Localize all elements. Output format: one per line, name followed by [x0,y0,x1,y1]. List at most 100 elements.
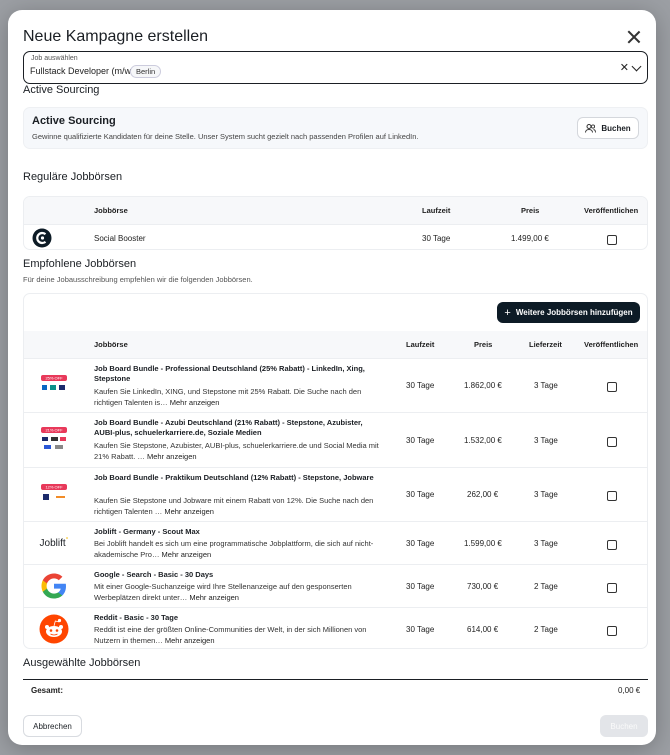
bundle-azubi-logo: 21% OFF [39,425,69,455]
book-button-label: Buchen [601,123,631,133]
board-delivery: 3 Tage [534,381,558,390]
board-description: Bei Joblift handelt es sich um eine prog… [94,539,374,559]
board-name: Job Board Bundle - Professional Deutschl… [94,364,365,383]
board-description: Kaufen Sie Stepstone und Jobware mit ein… [94,496,374,516]
recommended-boards-table: + Weitere Jobbörsen hinzufügen Jobbörse … [23,293,648,649]
board-name: Reddit - Basic - 30 Tage [94,613,179,622]
table-row: Social Booster 30 Tage 1.499,00 € [24,224,647,249]
bundle-professional-logo: 25% OFF [39,371,69,401]
add-job-boards-label: Weitere Jobbörsen hinzufügen [515,308,633,317]
board-delivery: 2 Tage [534,625,558,634]
submit-button[interactable]: Buchen [600,715,648,737]
bundle-praktikum-logo: 12% OFF [39,480,69,510]
col-duration: Laufzeit [406,340,435,349]
board-description: Kaufen Sie Stepstone, Azubister, AUBI-pl… [94,441,379,461]
board-price: 1.862,00 € [464,381,502,390]
board-duration: 30 Tage [406,490,435,499]
board-price: 730,00 € [467,582,499,591]
publish-checkbox[interactable] [607,583,617,593]
total-label: Gesamt: [31,686,64,695]
board-name: Social Booster [94,234,146,243]
col-delivery: Lieferzeit [529,340,562,349]
col-price: Preis [474,340,493,349]
publish-checkbox[interactable] [607,437,617,447]
table-row: 12% OFF Job Board Bundle - Praktikum Deu… [24,467,647,521]
board-duration: 30 Tage [406,625,435,634]
plus-icon: + [504,306,511,319]
reddit-logo [39,614,69,644]
board-duration: 30 Tage [406,436,435,445]
board-price: 614,00 € [467,625,499,634]
board-duration: 30 Tage [406,582,435,591]
job-select[interactable]: Job auswählen Fullstack Developer (m/w/d… [23,51,648,84]
bundle-badge: 12% OFF [45,485,63,490]
chevron-down-icon[interactable] [631,61,642,72]
col-published: Veröffentlichen [584,206,639,215]
col-duration: Laufzeit [422,206,451,215]
show-more-link[interactable]: Mehr anzeigen [164,507,214,516]
board-duration: 30 Tage [422,234,451,243]
publish-checkbox[interactable] [607,382,617,392]
table-row: Reddit - Basic - 30 Tage Reddit ist eine… [24,607,647,648]
cancel-button[interactable]: Abbrechen [23,715,82,737]
recommended-subtitle: Für deine Jobausschreibung empfehlen wir… [23,275,253,284]
board-delivery: 3 Tage [534,490,558,499]
active-sourcing-description: Gewinne qualifizierte Kandidaten für dei… [32,132,419,141]
bundle-badge: 21% OFF [45,428,63,433]
total-value: 0,00 € [618,686,641,695]
board-delivery: 3 Tage [534,539,558,548]
table-header: Jobbörse Laufzeit Preis Lieferzeit Veröf… [24,331,647,358]
close-icon[interactable] [625,28,643,46]
publish-checkbox[interactable] [607,491,617,501]
clear-icon[interactable]: ✕ [620,61,629,74]
board-duration: 30 Tage [406,381,435,390]
table-row: Joblift ° Joblift - Germany - Scout Max B… [24,521,647,564]
board-description: Kaufen Sie LinkedIn, XING, und Stepstone… [94,387,362,407]
google-logo [41,573,66,599]
show-more-link[interactable]: Mehr anzeigen [162,550,212,559]
divider [23,679,648,680]
create-campaign-modal: Neue Kampagne erstellen Job auswählen Fu… [8,10,656,745]
publish-checkbox[interactable] [607,626,617,636]
board-name: Job Board Bundle - Azubi Deutschland (21… [94,418,363,437]
recommended-boards-title: Empfohlene Jobbörsen [23,258,137,270]
board-delivery: 3 Tage [534,436,558,445]
active-sourcing-card-title: Active Sourcing [32,115,116,127]
users-icon [585,123,597,133]
social-booster-logo [32,228,52,248]
board-name: Google - Search - Basic - 30 Days [94,570,214,579]
board-description: Reddit ist eine der größten Online-Commu… [94,625,367,645]
table-row: 25% OFF Job Board Bundle - Professional … [24,358,647,412]
show-more-link[interactable]: Mehr anzeigen [165,636,215,645]
board-price: 1.599,00 € [464,539,502,548]
location-badge: Berlin [130,65,162,78]
col-board: Jobbörse [94,340,128,349]
board-name: Joblift - Germany - Scout Max [94,527,200,536]
board-description: Mit einer Google-Suchanzeige wird Ihre S… [94,582,352,602]
bundle-badge: 25% OFF [45,376,63,381]
active-sourcing-book-button[interactable]: Buchen [577,117,639,139]
modal-title: Neue Kampagne erstellen [23,28,209,45]
publish-checkbox[interactable] [607,540,617,550]
job-select-label: Job auswählen [31,55,78,62]
col-price: Preis [521,206,540,215]
regular-boards-title: Reguläre Jobbörsen [23,171,123,183]
col-board: Jobbörse [94,206,128,215]
show-more-link[interactable]: Mehr anzeigen [189,593,239,602]
board-price: 1.532,00 € [464,436,502,445]
joblift-logo: Joblift ° [39,536,69,549]
active-sourcing-section-title: Active Sourcing [23,84,100,96]
job-select-value: Fullstack Developer (m/w/d) [30,66,142,76]
active-sourcing-card: Active Sourcing Gewinne qualifizierte Ka… [23,107,648,149]
regular-boards-table: Jobbörse Laufzeit Preis Veröffentlichen … [23,196,648,250]
publish-checkbox[interactable] [607,235,617,245]
show-more-link[interactable]: Mehr anzeigen [147,452,197,461]
table-row: 21% OFF Job Board Bundle - Azubi Deutsch… [24,412,647,467]
board-delivery: 2 Tage [534,582,558,591]
show-more-link[interactable]: Mehr anzeigen [170,398,220,407]
board-name: Job Board Bundle - Praktikum Deutschland… [94,473,374,482]
add-job-boards-button[interactable]: + Weitere Jobbörsen hinzufügen [497,302,640,323]
board-price: 262,00 € [467,490,499,499]
table-header: Jobbörse Laufzeit Preis Veröffentlichen [24,197,647,224]
selected-boards-title: Ausgewählte Jobbörsen [23,657,141,669]
